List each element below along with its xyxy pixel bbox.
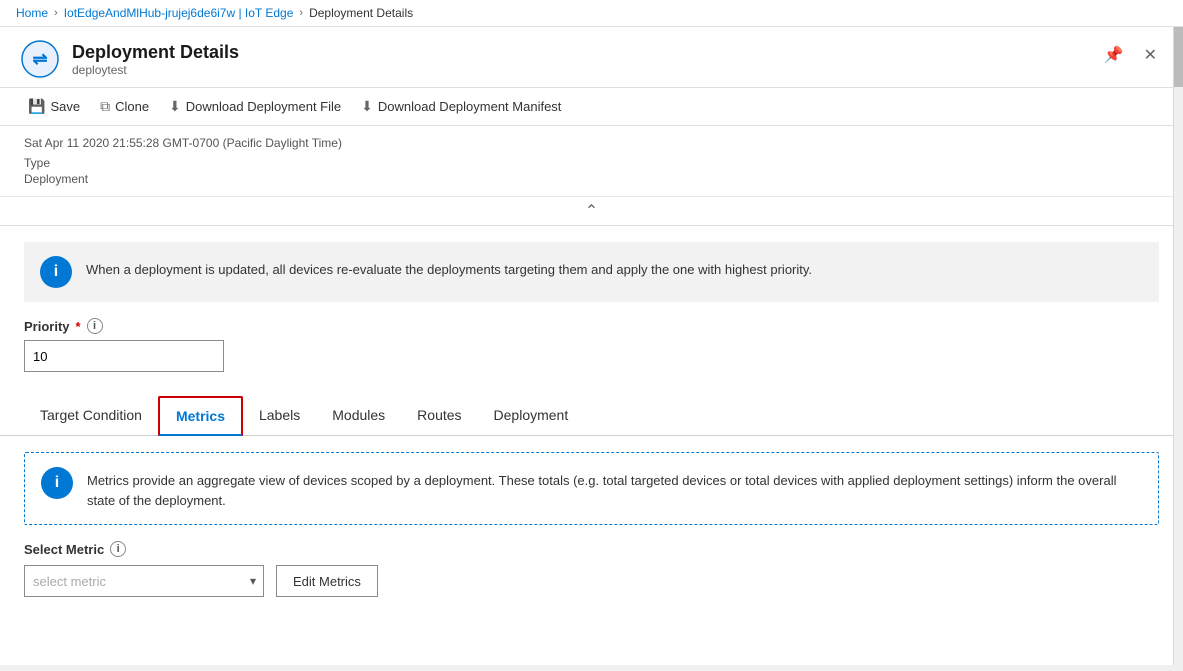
toolbar: 💾 Save ⧉ Clone ⬇ Download Deployment Fil… — [0, 88, 1183, 126]
info-banner: i When a deployment is updated, all devi… — [24, 242, 1159, 302]
metric-select[interactable]: select metric — [24, 565, 264, 597]
type-label: Type — [24, 156, 1159, 170]
save-button[interactable]: 💾 Save — [20, 94, 88, 119]
clone-button[interactable]: ⧉ Clone — [92, 94, 157, 119]
scrollbar[interactable] — [1173, 27, 1183, 665]
tab-labels[interactable]: Labels — [243, 397, 316, 435]
download-manifest-button[interactable]: ⬇ Download Deployment Manifest — [353, 94, 569, 119]
panel-title-area: ⇌ Deployment Details deploytest — [20, 39, 239, 79]
tab-metrics[interactable]: Metrics — [158, 396, 243, 436]
download-manifest-icon: ⬇ — [361, 98, 373, 115]
type-value: Deployment — [24, 172, 1159, 186]
panel-subtitle: deploytest — [72, 63, 239, 77]
deployment-icon: ⇌ — [20, 39, 60, 79]
download-file-label: Download Deployment File — [186, 99, 341, 114]
priority-section: Priority * i — [0, 318, 1183, 388]
clone-icon: ⧉ — [100, 98, 110, 115]
download-file-icon: ⬇ — [169, 98, 181, 115]
download-file-button[interactable]: ⬇ Download Deployment File — [161, 94, 349, 119]
top-info: Sat Apr 11 2020 21:55:28 GMT-0700 (Pacif… — [0, 126, 1183, 197]
priority-input[interactable] — [24, 340, 224, 372]
priority-info-icon[interactable]: i — [87, 318, 103, 334]
svg-text:⇌: ⇌ — [32, 49, 47, 69]
pin-button[interactable]: 📌 — [1098, 43, 1130, 67]
tab-target-condition[interactable]: Target Condition — [24, 397, 158, 435]
select-metric-section: Select Metric i select metric ▾ Edit Met… — [0, 541, 1183, 613]
breadcrumb-home[interactable]: Home — [16, 6, 48, 20]
clone-label: Clone — [115, 99, 149, 114]
metrics-info-banner: i Metrics provide an aggregate view of d… — [24, 452, 1159, 525]
panel-title: Deployment Details — [72, 42, 239, 63]
content-area: Sat Apr 11 2020 21:55:28 GMT-0700 (Pacif… — [0, 126, 1183, 665]
select-metric-label: Select Metric i — [24, 541, 1159, 557]
download-manifest-label: Download Deployment Manifest — [378, 99, 562, 114]
scrollbar-thumb[interactable] — [1174, 27, 1183, 87]
select-metric-info-icon[interactable]: i — [110, 541, 126, 557]
metric-select-wrapper: select metric ▾ — [24, 565, 264, 597]
date-line: Sat Apr 11 2020 21:55:28 GMT-0700 (Pacif… — [24, 136, 1159, 150]
priority-label: Priority * i — [24, 318, 1159, 334]
panel-header-actions: 📌 ✕ — [1098, 39, 1163, 67]
close-button[interactable]: ✕ — [1138, 43, 1163, 67]
save-label: Save — [50, 99, 80, 114]
required-star: * — [76, 319, 81, 334]
info-banner-text: When a deployment is updated, all device… — [86, 256, 812, 280]
edit-metrics-button[interactable]: Edit Metrics — [276, 565, 378, 597]
info-icon: i — [40, 256, 72, 288]
breadcrumb-current: Deployment Details — [309, 6, 413, 20]
breadcrumb-sep-2: › — [299, 7, 303, 19]
collapse-row[interactable]: ⌃ — [0, 197, 1183, 226]
breadcrumb-sep-1: › — [54, 7, 58, 19]
panel-title-text: Deployment Details deploytest — [72, 42, 239, 77]
tab-routes[interactable]: Routes — [401, 397, 477, 435]
collapse-icon: ⌃ — [585, 201, 598, 221]
panel-header: ⇌ Deployment Details deploytest 📌 ✕ — [0, 27, 1183, 88]
breadcrumb-iot-edge[interactable]: IotEdgeAndMlHub-jrujej6de6i7w | IoT Edge — [64, 6, 294, 20]
metrics-info-icon: i — [41, 467, 73, 499]
save-icon: 💾 — [28, 98, 45, 115]
tabs-bar: Target Condition Metrics Labels Modules … — [0, 396, 1183, 436]
tab-deployment[interactable]: Deployment — [478, 397, 585, 435]
metric-controls: select metric ▾ Edit Metrics — [24, 565, 1159, 597]
tab-modules[interactable]: Modules — [316, 397, 401, 435]
deployment-details-panel: ⇌ Deployment Details deploytest 📌 ✕ 💾 Sa… — [0, 27, 1183, 665]
metrics-info-text: Metrics provide an aggregate view of dev… — [87, 467, 1142, 510]
breadcrumb: Home › IotEdgeAndMlHub-jrujej6de6i7w | I… — [0, 0, 1183, 27]
